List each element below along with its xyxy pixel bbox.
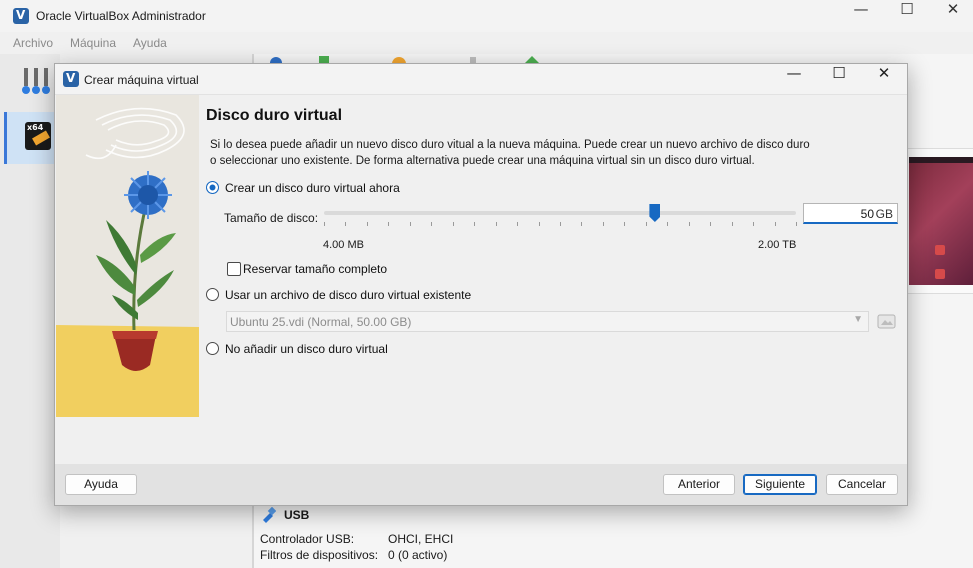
- dialog-button-bar: Ayuda Anterior Siguiente Cancelar: [55, 464, 907, 505]
- no-disk-label[interactable]: No añadir un disco duro virtual: [225, 342, 388, 356]
- preallocate-label[interactable]: Reservar tamaño completo: [243, 262, 387, 276]
- no-disk-radio[interactable]: [206, 342, 219, 355]
- menu-archivo[interactable]: Archivo: [13, 36, 53, 50]
- slider-tick: [796, 222, 797, 226]
- slider-tick: [688, 222, 690, 226]
- usb-section: USB Controlador USB: OHCI, EHCI Filtros …: [260, 506, 660, 568]
- folder-icon[interactable]: [877, 311, 897, 331]
- wizard-illustration: [56, 95, 199, 417]
- disk-size-label: Tamaño de disco:: [224, 211, 319, 225]
- vm-preview: [900, 148, 973, 294]
- slider-tick: [560, 222, 561, 226]
- main-window-title: Oracle VirtualBox Administrador: [36, 9, 206, 23]
- disk-size-unit: GB: [875, 207, 893, 221]
- page-description: Si lo desea puede añadir un nuevo disco …: [210, 137, 850, 169]
- slider-tick: [602, 222, 604, 226]
- slider-tick: [710, 222, 712, 226]
- disk-size-slider-handle[interactable]: [649, 204, 661, 222]
- slider-tick: [452, 222, 454, 226]
- slider-min-label: 4.00 MB: [323, 239, 364, 251]
- disk-size-slider[interactable]: [324, 211, 796, 215]
- cancel-button[interactable]: Cancelar: [826, 474, 898, 495]
- slider-tick: [431, 222, 433, 226]
- main-minimize-button[interactable]: —: [838, 0, 884, 32]
- usb-icon: [263, 507, 276, 523]
- disk-size-input[interactable]: 50 GB: [803, 203, 898, 224]
- usb-controller-value: OHCI, EHCI: [388, 532, 454, 546]
- slider-tick: [667, 222, 669, 226]
- usb-filters-value: 0 (0 activo): [388, 548, 448, 562]
- virtualbox-logo-icon: [63, 71, 79, 87]
- usb-filters-label: Filtros de dispositivos:: [260, 548, 379, 562]
- menu-bar: Archivo Máquina Ayuda: [0, 32, 260, 54]
- back-button[interactable]: Anterior: [663, 474, 735, 495]
- dialog-minimize-button[interactable]: —: [772, 64, 816, 94]
- help-button[interactable]: Ayuda: [65, 474, 137, 495]
- slider-tick: [474, 222, 476, 226]
- dialog-title: Crear máquina virtual: [84, 73, 199, 87]
- slider-tick: [409, 222, 411, 226]
- description-line: o seleccionar uno existente. De forma al…: [210, 155, 755, 167]
- main-titlebar: Oracle VirtualBox Administrador — ☐ ✕: [0, 0, 973, 32]
- slider-tick: [645, 222, 647, 226]
- os-type-icon: x64: [25, 122, 51, 150]
- main-close-button[interactable]: ✕: [930, 0, 973, 32]
- vm-list-item[interactable]: x64: [4, 112, 61, 164]
- desktop-icon: [935, 269, 945, 279]
- next-button[interactable]: Siguiente: [743, 474, 817, 495]
- main-maximize-button[interactable]: ☐: [884, 0, 930, 32]
- preview-screen: [909, 157, 973, 285]
- slider-tick: [517, 222, 519, 226]
- slider-tick: [538, 222, 540, 226]
- create-disk-label[interactable]: Crear un disco duro virtual ahora: [225, 181, 400, 195]
- menu-maquina[interactable]: Máquina: [70, 36, 116, 50]
- slider-tick: [495, 222, 497, 226]
- slider-tick: [753, 222, 755, 226]
- dialog-maximize-button[interactable]: ☐: [817, 64, 861, 94]
- desktop-icon: [935, 245, 945, 255]
- slider-max-label: 2.00 TB: [758, 239, 797, 251]
- description-line: Si lo desea puede añadir un nuevo disco …: [210, 139, 810, 151]
- existing-disk-select[interactable]: Ubuntu 25.vdi (Normal, 50.00 GB) ▼: [226, 311, 869, 332]
- tools-icon[interactable]: [22, 66, 52, 98]
- menu-ayuda[interactable]: Ayuda: [133, 36, 167, 50]
- dialog-titlebar[interactable]: Crear máquina virtual — ☐ ✕: [55, 64, 907, 95]
- disk-size-value: 50: [860, 207, 874, 221]
- preallocate-checkbox[interactable]: [227, 262, 241, 276]
- slider-tick: [324, 222, 325, 226]
- usb-section-title: USB: [284, 508, 310, 522]
- page-heading: Disco duro virtual: [206, 107, 343, 124]
- create-vm-dialog: Crear máquina virtual — ☐ ✕: [54, 63, 908, 506]
- virtualbox-logo-icon: [13, 8, 29, 24]
- dialog-close-button[interactable]: ✕: [862, 64, 906, 94]
- slider-tick: [624, 222, 626, 226]
- slider-tick: [388, 222, 390, 226]
- usb-controller-label: Controlador USB:: [260, 532, 355, 546]
- slider-tick: [345, 222, 347, 226]
- slider-tick: [581, 222, 583, 226]
- vm-badge-text: x64: [27, 123, 44, 132]
- slider-tick: [774, 222, 776, 226]
- chevron-down-icon: ▼: [853, 314, 863, 325]
- existing-disk-value: Ubuntu 25.vdi (Normal, 50.00 GB): [230, 315, 412, 329]
- slider-tick: [366, 222, 368, 226]
- create-disk-radio[interactable]: [206, 181, 219, 194]
- use-existing-label[interactable]: Usar un archivo de disco duro virtual ex…: [225, 288, 471, 302]
- slider-tick: [731, 222, 733, 226]
- use-existing-radio[interactable]: [206, 288, 219, 301]
